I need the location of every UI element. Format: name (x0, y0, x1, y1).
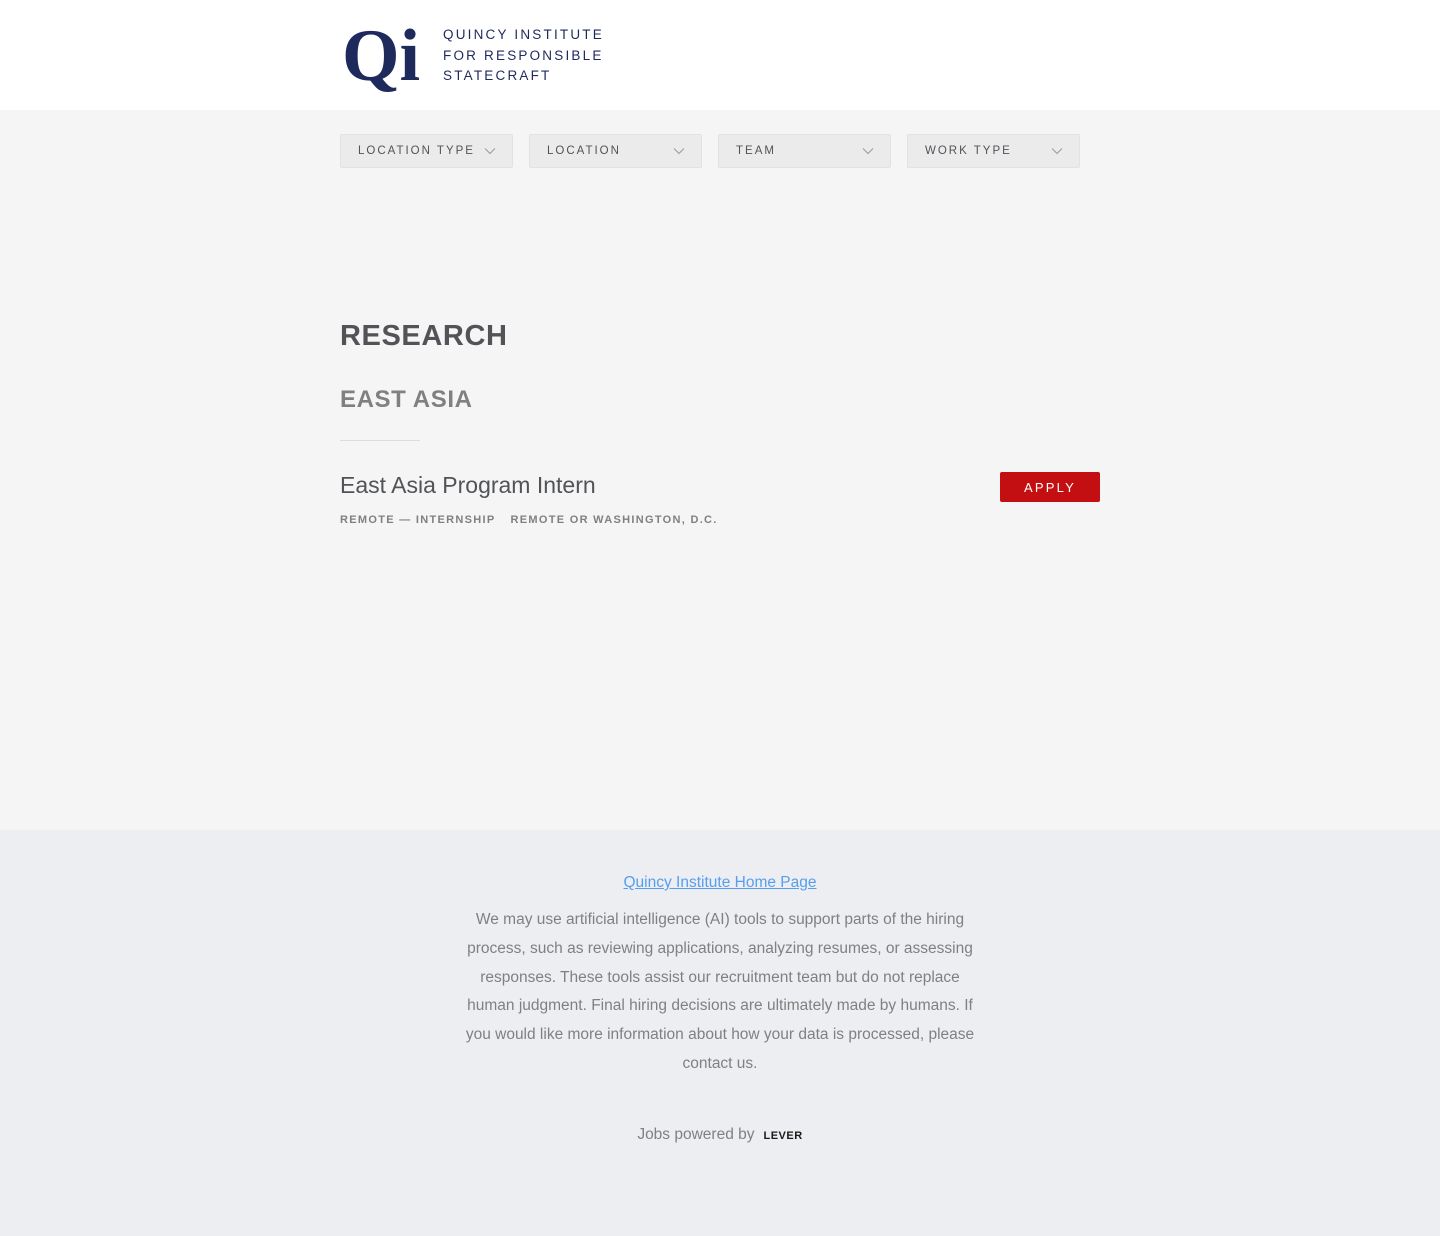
powered-by-text: Jobs powered by (637, 1126, 755, 1143)
job-title-link[interactable]: East Asia Program Intern (340, 472, 596, 499)
filter-team[interactable]: TEAM (718, 134, 891, 168)
ai-notice: We may use artificial intelligence (AI) … (465, 911, 975, 1072)
logo-line-1: QUINCY INSTITUTE (443, 27, 604, 43)
logo-line-2: FOR RESPONSIBLE (443, 47, 604, 63)
filter-label: LOCATION (547, 145, 621, 157)
department-heading: EAST ASIA (340, 386, 473, 413)
filter-label: TEAM (736, 145, 776, 157)
page-header: Qi QUINCY INSTITUTE FOR RESPONSIBLE STAT… (0, 0, 1440, 110)
job-meta: REMOTE — INTERNSHIP REMOTE OR WASHINGTON… (340, 514, 718, 526)
lever-logo-link[interactable]: LEVER (764, 1130, 803, 1142)
filter-work-type[interactable]: WORK TYPE (907, 134, 1080, 168)
chevron-down-icon (484, 148, 496, 155)
qi-logo-icon: Qi (342, 18, 420, 94)
apply-button[interactable]: APPLY (1000, 472, 1100, 502)
filter-location[interactable]: LOCATION (529, 134, 702, 168)
chevron-down-icon (673, 148, 685, 155)
filter-bar: LOCATION TYPE LOCATION TEAM WORK TYPE (340, 134, 1080, 168)
company-logo-link[interactable]: Qi QUINCY INSTITUTE FOR RESPONSIBLE STAT… (340, 18, 604, 94)
main-content: LOCATION TYPE LOCATION TEAM WORK TYPE RE… (0, 110, 1440, 830)
job-commitment: REMOTE — INTERNSHIP (340, 514, 496, 526)
home-page-link[interactable]: Quincy Institute Home Page (624, 874, 817, 891)
filter-location-type[interactable]: LOCATION TYPE (340, 134, 513, 168)
logo-line-3: STATECRAFT (443, 68, 552, 84)
footer-link-row: Quincy Institute Home Page (0, 874, 1440, 892)
page-footer: Quincy Institute Home Page We may use ar… (0, 830, 1440, 1236)
job-location: REMOTE OR WASHINGTON, D.C. (510, 514, 718, 526)
logo-wordmark: QUINCY INSTITUTE FOR RESPONSIBLE STATECR… (443, 25, 604, 87)
section-divider (340, 440, 420, 441)
logo-mark-text: Qi (342, 18, 420, 94)
filter-label: LOCATION TYPE (358, 145, 475, 157)
job-posting: East Asia Program Intern REMOTE — INTERN… (340, 470, 1100, 540)
chevron-down-icon (1051, 148, 1063, 155)
chevron-down-icon (862, 148, 874, 155)
filter-label: WORK TYPE (925, 145, 1012, 157)
powered-by: Jobs powered by LEVER (0, 1126, 1440, 1144)
team-heading: RESEARCH (340, 320, 508, 352)
